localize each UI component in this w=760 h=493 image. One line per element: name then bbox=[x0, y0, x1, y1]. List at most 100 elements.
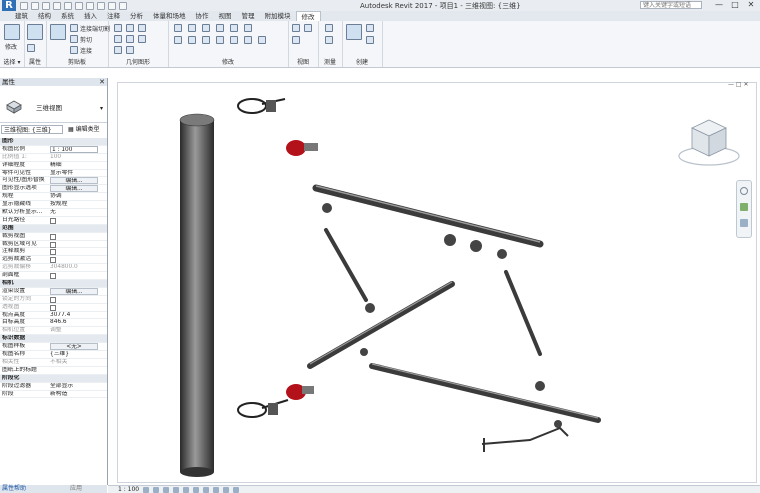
geometry-tool-icon[interactable] bbox=[126, 35, 134, 43]
offset-icon[interactable] bbox=[188, 24, 196, 32]
property-value[interactable]: 无 bbox=[50, 209, 105, 217]
geometry-tool-icon[interactable] bbox=[114, 35, 122, 43]
pipe-diagonal[interactable] bbox=[307, 281, 455, 369]
edit-type-button[interactable]: ▦ 编辑类型 bbox=[68, 125, 100, 134]
3d-view-icon[interactable] bbox=[97, 1, 105, 10]
visual-style-icon[interactable] bbox=[153, 486, 160, 493]
close-icon[interactable]: ✕ bbox=[99, 78, 105, 86]
red-valve-top[interactable] bbox=[286, 140, 318, 156]
move-icon[interactable] bbox=[174, 36, 182, 44]
render-icon[interactable] bbox=[183, 486, 190, 493]
tab-manage[interactable]: 管理 bbox=[237, 11, 260, 21]
property-group-header[interactable]: 图形 bbox=[0, 138, 107, 146]
redo-icon[interactable] bbox=[53, 1, 61, 10]
clipboard-item-3[interactable]: 连接 bbox=[80, 46, 92, 55]
tab-structure[interactable]: 结构 bbox=[33, 11, 56, 21]
properties-icon[interactable] bbox=[27, 24, 43, 40]
geometry-tool-icon[interactable] bbox=[126, 46, 134, 54]
modify-cursor-icon[interactable] bbox=[4, 24, 20, 40]
tab-massing-site[interactable]: 体量和场地 bbox=[148, 11, 191, 21]
text-icon[interactable] bbox=[86, 1, 94, 10]
geometry-tool-icon[interactable] bbox=[114, 24, 122, 32]
property-checkbox[interactable] bbox=[50, 241, 56, 248]
save-icon[interactable] bbox=[31, 1, 39, 10]
property-value[interactable]: 新构造 bbox=[50, 391, 105, 399]
property-value[interactable]: 精细 bbox=[50, 162, 105, 170]
property-checkbox[interactable] bbox=[50, 296, 56, 303]
clipboard-item-2[interactable]: 剪切 bbox=[80, 35, 92, 44]
join-icon[interactable] bbox=[70, 46, 78, 54]
property-value[interactable]: 846.6 bbox=[50, 319, 105, 327]
search-input[interactable]: 键入关键字或短语 bbox=[640, 1, 702, 9]
view-tool-icon[interactable] bbox=[292, 36, 300, 44]
tab-modify[interactable]: 修改 bbox=[295, 11, 321, 21]
property-checkbox[interactable] bbox=[50, 217, 56, 224]
tab-addins[interactable]: 附加模块 bbox=[260, 11, 296, 21]
red-valve-bottom[interactable] bbox=[286, 384, 314, 400]
open-icon[interactable] bbox=[20, 1, 28, 10]
copy-icon[interactable] bbox=[188, 36, 196, 44]
apply-button[interactable]: 应用 bbox=[70, 485, 82, 493]
property-edit-button[interactable]: 编辑... bbox=[50, 287, 98, 295]
tab-systems[interactable]: 系统 bbox=[56, 11, 79, 21]
sun-path-icon[interactable] bbox=[163, 486, 170, 493]
dimension-icon[interactable] bbox=[325, 36, 333, 44]
view-tool-icon[interactable] bbox=[304, 24, 312, 32]
detail-level-icon[interactable] bbox=[143, 486, 150, 493]
reveal-hidden-icon[interactable] bbox=[233, 486, 240, 493]
split-icon[interactable] bbox=[230, 24, 238, 32]
print-icon[interactable] bbox=[64, 1, 72, 10]
crop-view-icon[interactable] bbox=[193, 486, 200, 493]
measure-tool-icon[interactable] bbox=[325, 24, 333, 32]
show-crop-icon[interactable] bbox=[203, 486, 210, 493]
clipboard-item-1[interactable]: 连接端切割 bbox=[80, 24, 110, 33]
property-group-header[interactable]: 标识数据 bbox=[0, 335, 107, 344]
geometry-tool-icon[interactable] bbox=[138, 35, 146, 43]
array-icon[interactable] bbox=[230, 36, 238, 44]
cope-icon[interactable] bbox=[70, 24, 78, 32]
tab-architecture[interactable]: 建筑 bbox=[10, 11, 33, 21]
tab-analyze[interactable]: 分析 bbox=[125, 11, 148, 21]
mirror-axis-icon[interactable] bbox=[202, 24, 210, 32]
property-checkbox[interactable] bbox=[50, 249, 56, 256]
close-button[interactable]: ✕ bbox=[744, 0, 758, 10]
pipe-clamp-bottom[interactable] bbox=[237, 399, 289, 418]
mirror-draw-icon[interactable] bbox=[216, 24, 224, 32]
vertical-column[interactable] bbox=[179, 113, 215, 477]
tab-insert[interactable]: 插入 bbox=[79, 11, 102, 21]
pan-icon[interactable] bbox=[740, 219, 748, 227]
thin-lines-icon[interactable] bbox=[119, 1, 127, 10]
minimize-button[interactable]: — bbox=[712, 0, 726, 10]
tab-annotate[interactable]: 注释 bbox=[102, 11, 125, 21]
property-group-header[interactable]: 范围 bbox=[0, 224, 107, 233]
create-group-icon[interactable] bbox=[366, 36, 374, 44]
align-icon[interactable] bbox=[174, 24, 182, 32]
tab-view[interactable]: 视图 bbox=[214, 11, 237, 21]
view-instance-select[interactable]: 三维视图: {三维} bbox=[1, 125, 63, 134]
select-dropdown[interactable]: 选择 ▾ bbox=[0, 57, 24, 66]
create-assembly-icon[interactable] bbox=[346, 24, 362, 40]
geometry-tool-icon[interactable] bbox=[138, 24, 146, 32]
delete-icon[interactable] bbox=[258, 36, 266, 44]
property-group-header[interactable]: 相机 bbox=[0, 280, 107, 288]
view-scale[interactable]: 1 : 100 bbox=[118, 486, 139, 493]
property-value[interactable]: 100 bbox=[50, 154, 105, 162]
cut-icon[interactable] bbox=[70, 35, 78, 43]
property-value[interactable]: 按规程 bbox=[50, 201, 105, 209]
tab-collaborate[interactable]: 协作 bbox=[191, 11, 214, 21]
property-edit-button[interactable]: 编辑... bbox=[50, 177, 98, 185]
view-tool-icon[interactable] bbox=[292, 24, 300, 32]
strut-right[interactable] bbox=[504, 270, 542, 356]
pipe-clamp-top[interactable] bbox=[237, 98, 286, 114]
pin-icon[interactable] bbox=[244, 24, 252, 32]
undo-icon[interactable] bbox=[42, 1, 50, 10]
property-edit-button[interactable]: 编辑... bbox=[50, 185, 98, 193]
property-checkbox[interactable] bbox=[50, 304, 56, 311]
property-value[interactable]: {三维} bbox=[50, 351, 105, 359]
property-checkbox[interactable] bbox=[50, 233, 56, 240]
geometry-tool-icon[interactable] bbox=[126, 24, 134, 32]
viewcube[interactable] bbox=[676, 116, 742, 172]
property-value[interactable]: 全部显示 bbox=[50, 383, 105, 391]
property-checkbox[interactable] bbox=[50, 273, 56, 280]
lock-view-icon[interactable] bbox=[213, 486, 220, 493]
